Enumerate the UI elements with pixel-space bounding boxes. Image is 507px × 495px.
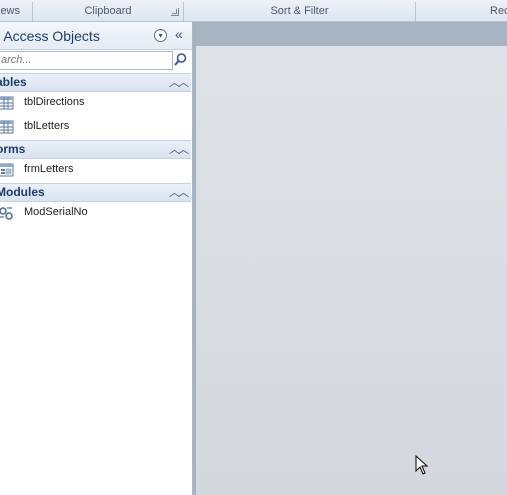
- nav-pane-header[interactable]: ll Access Objects ▾ «: [0, 22, 192, 50]
- ribbon-group-clipboard: Clipboard: [84, 5, 132, 17]
- ribbon-group-labels: iews Clipboard Sort & Filter Rec: [0, 0, 507, 22]
- group-label: orms: [0, 142, 26, 156]
- navigation-pane: ll Access Objects ▾ « ables ︿︿ tblDirect…: [0, 22, 193, 495]
- list-item[interactable]: frmLetters: [0, 159, 191, 181]
- group-header-modules[interactable]: Modules ︿︿: [0, 183, 191, 202]
- list-item[interactable]: tblLetters: [0, 116, 191, 138]
- form-icon: [0, 163, 14, 177]
- group-label: ables: [0, 75, 27, 89]
- mouse-cursor-icon: [415, 455, 429, 475]
- item-label: frmLetters: [24, 163, 74, 175]
- workspace-area: [193, 22, 507, 495]
- search-field[interactable]: [0, 51, 173, 70]
- ribbon-group-views: iews: [0, 5, 21, 17]
- ribbon-group-records: Rec: [490, 5, 507, 17]
- chevron-up-icon[interactable]: ︿︿: [169, 74, 189, 90]
- workspace-tab-strip: [196, 22, 507, 46]
- search-icon[interactable]: [173, 52, 188, 67]
- group-header-forms[interactable]: orms ︿︿: [0, 140, 191, 159]
- clipboard-dialog-launcher-icon[interactable]: [171, 8, 179, 16]
- item-label: ModSerialNo: [24, 206, 88, 218]
- group-header-tables[interactable]: ables ︿︿: [0, 73, 191, 92]
- table-icon: [0, 120, 14, 134]
- nav-pane-title[interactable]: ll Access Objects: [0, 28, 100, 44]
- item-label: tblLetters: [24, 120, 70, 132]
- item-label: tblDirections: [24, 96, 85, 108]
- ribbon-group-sort-filter: Sort & Filter: [270, 5, 329, 17]
- chevron-up-icon[interactable]: ︿︿: [169, 141, 189, 157]
- chevron-up-icon[interactable]: ︿︿: [169, 184, 189, 200]
- group-label: Modules: [0, 185, 45, 199]
- module-icon: [0, 207, 13, 220]
- list-item[interactable]: ModSerialNo: [0, 202, 191, 224]
- list-item[interactable]: tblDirections: [0, 92, 191, 114]
- table-icon: [0, 96, 14, 110]
- search-input[interactable]: [0, 52, 166, 68]
- chevron-down-icon[interactable]: ▾: [154, 29, 167, 42]
- collapse-pane-icon[interactable]: «: [175, 26, 183, 42]
